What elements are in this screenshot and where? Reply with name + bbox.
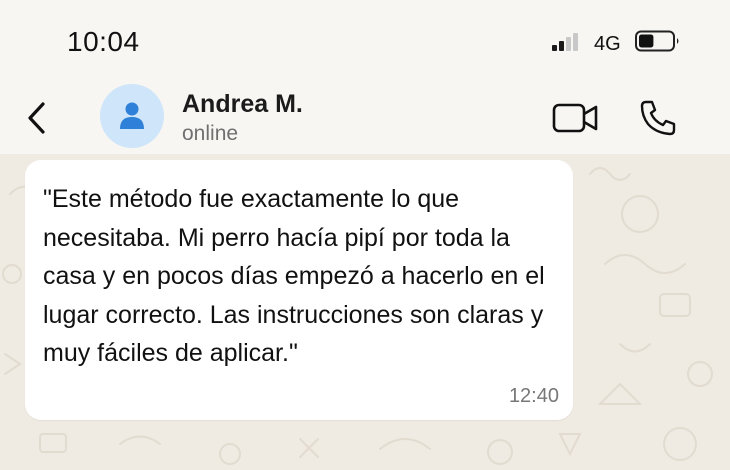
video-camera-icon[interactable] (552, 102, 600, 134)
avatar[interactable] (100, 84, 164, 148)
person-icon (120, 102, 144, 129)
chevron-left-icon[interactable] (24, 100, 50, 136)
message-text: "Este método fue exactamente lo que nece… (43, 185, 545, 367)
phone-icon[interactable] (638, 98, 678, 138)
chat-header: Andrea M. online (0, 80, 730, 154)
cellular-signal-icon (552, 31, 586, 51)
network-type: 4G (594, 33, 621, 55)
chat-area[interactable]: "Este método fue exactamente lo que nece… (0, 154, 730, 470)
message-bubble[interactable]: "Este método fue exactamente lo que nece… (25, 160, 573, 420)
contact-name[interactable]: Andrea M. (182, 90, 303, 119)
status-time: 10:04 (67, 26, 140, 57)
message-timestamp: 12:40 (508, 385, 559, 407)
presence-status: online (182, 122, 239, 145)
status-bar: 10:04 4G (0, 0, 730, 80)
battery-icon (635, 30, 681, 52)
